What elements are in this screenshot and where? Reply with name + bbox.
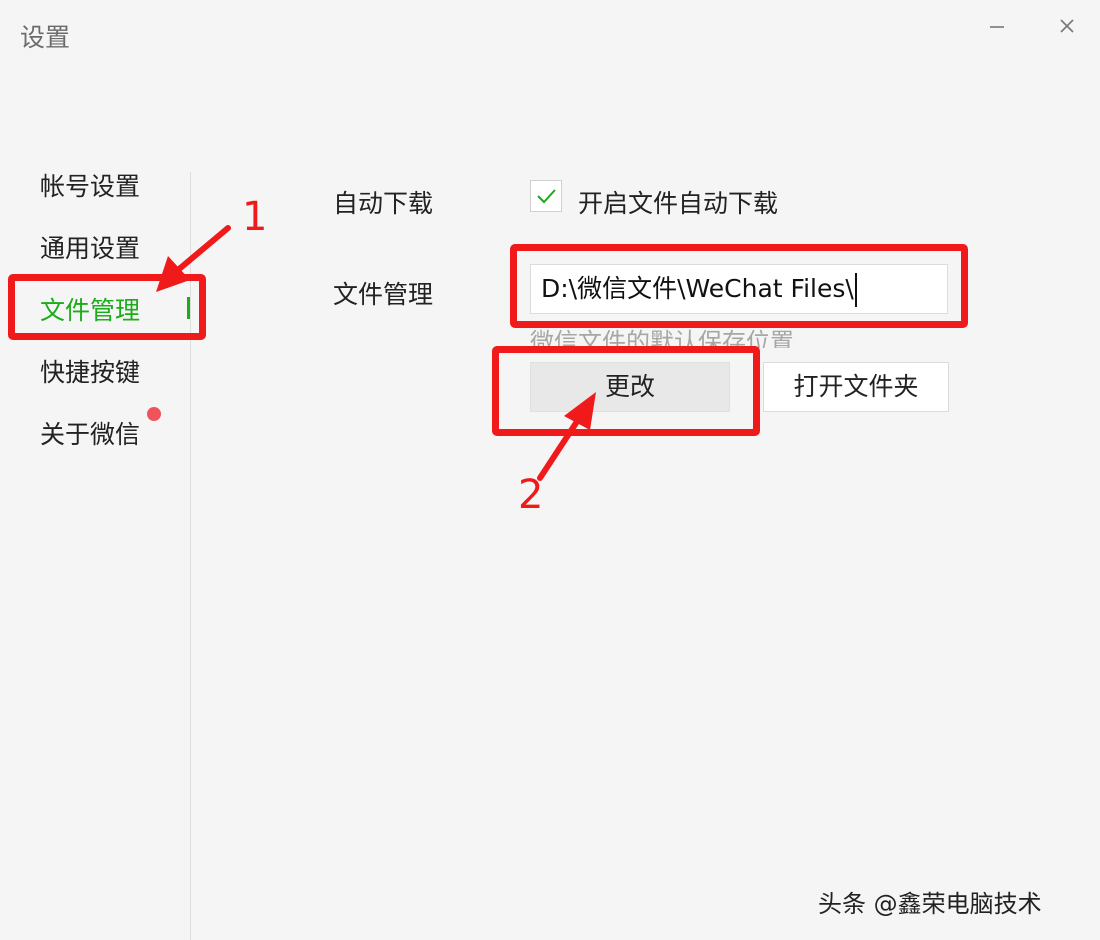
annotation-arrowhead-2 (564, 392, 596, 430)
annotation-arrows (156, 225, 596, 481)
settings-window: 设置 帐号设置 通用设置 文件管理 快捷按键 关于微信 自动下载 开启文件自动下… (0, 0, 1100, 940)
annotation-step-2: 2 (518, 472, 544, 518)
annotation-step-1: 1 (242, 194, 268, 240)
annotation-arrow-2 (537, 417, 581, 481)
annotation-arrow-1 (175, 225, 231, 273)
watermark: 头条 @鑫荣电脑技术 (818, 890, 1042, 918)
